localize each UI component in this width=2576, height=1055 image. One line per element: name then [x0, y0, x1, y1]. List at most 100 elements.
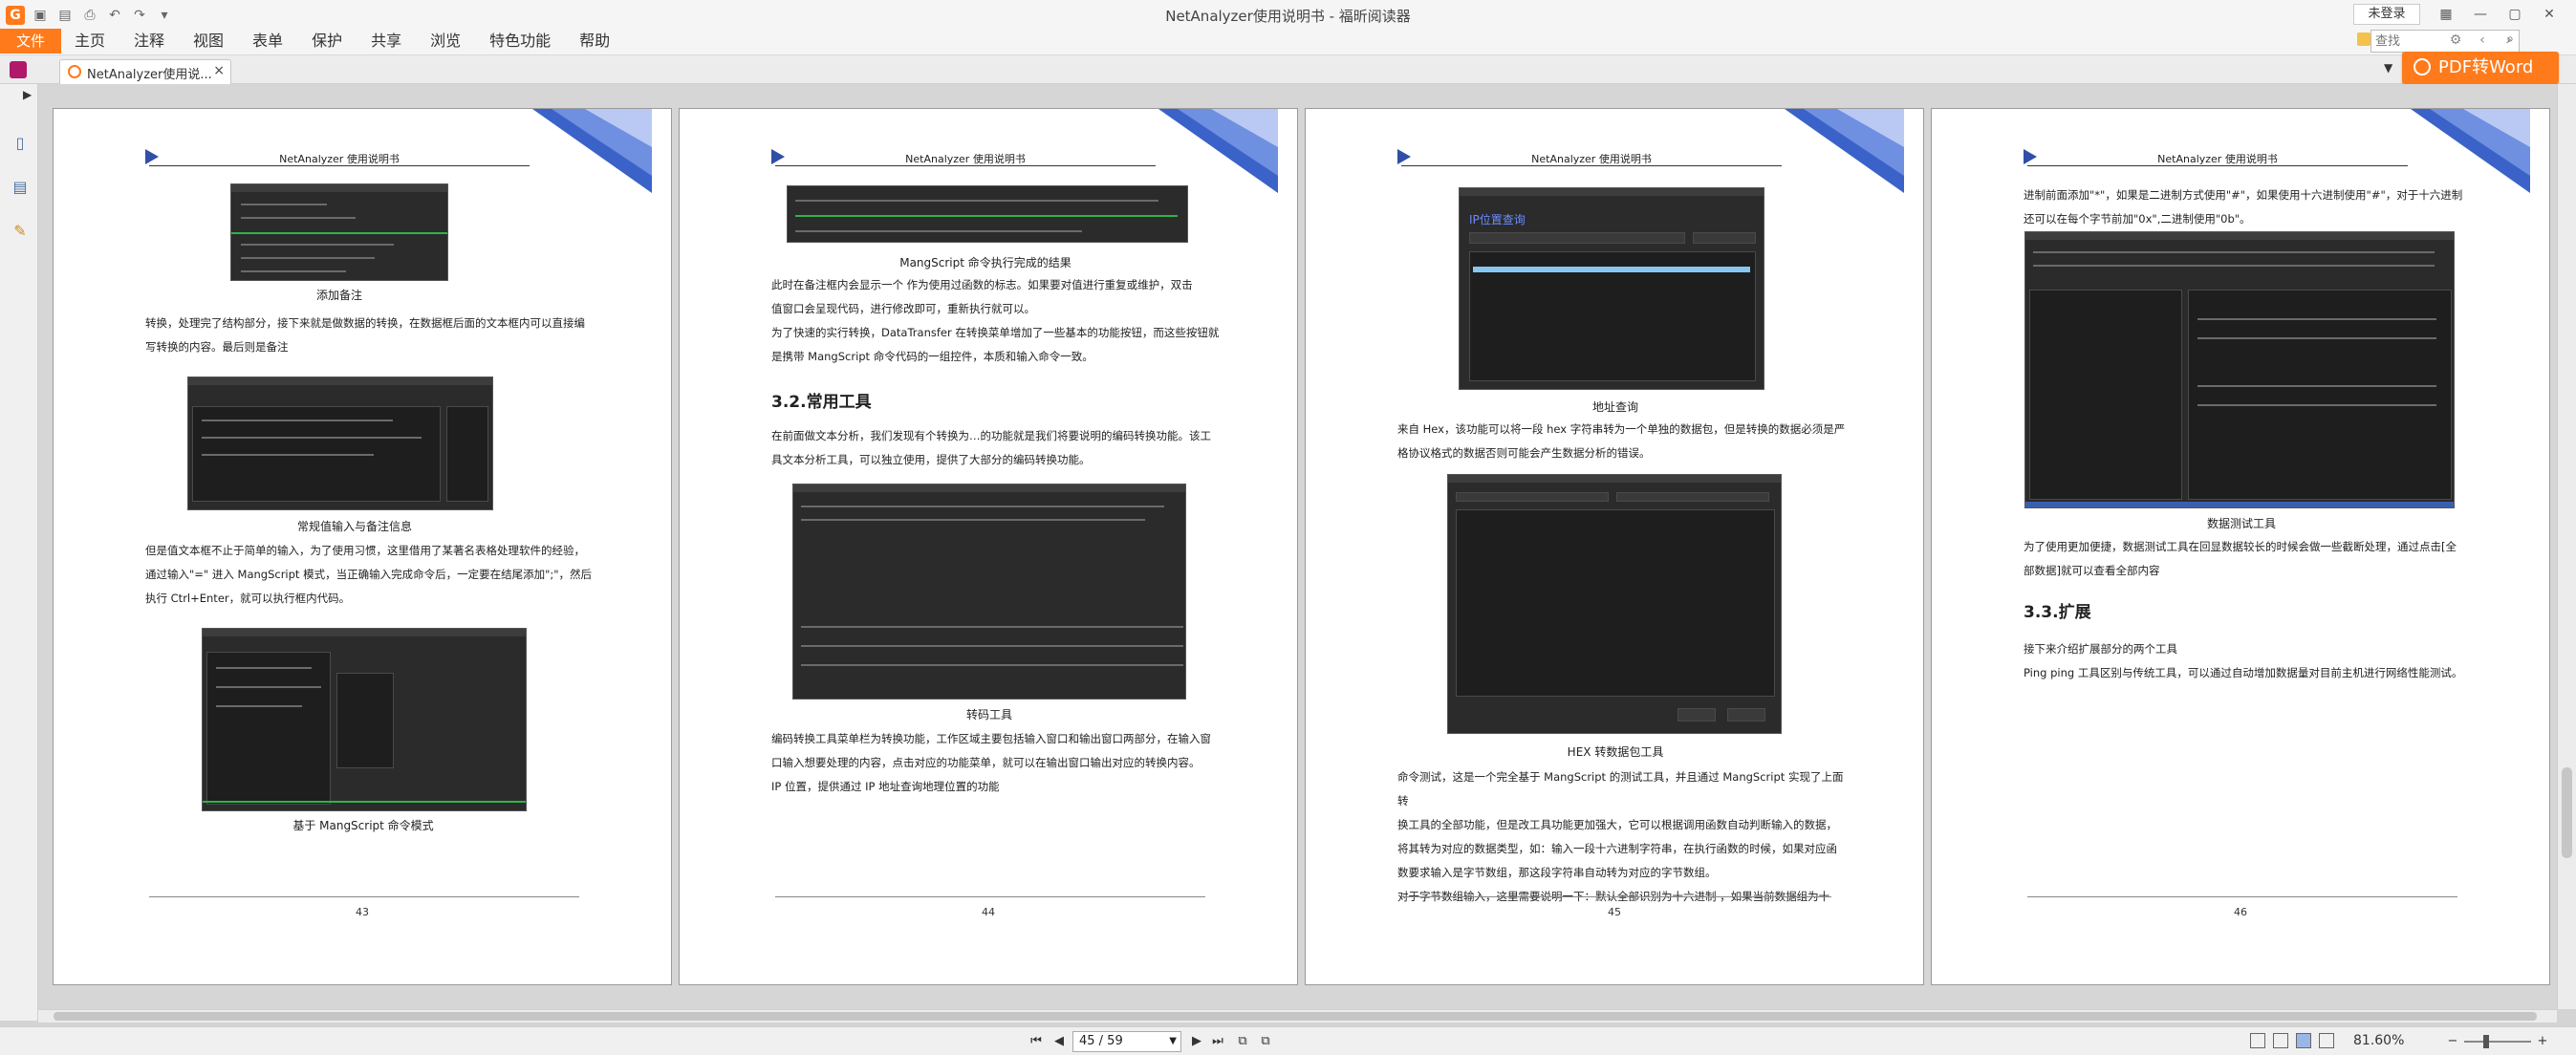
folder-icon[interactable] [2357, 32, 2370, 46]
open-icon[interactable]: ▣ [31, 6, 50, 25]
figure-caption: 添加备注 [315, 289, 362, 302]
page-thumbnails-icon[interactable]: ▯ [10, 132, 31, 155]
tab-list-dropdown-icon[interactable]: ▼ [2384, 61, 2392, 75]
vertical-scroll-thumb[interactable] [2562, 767, 2572, 858]
header-corner-decoration [1158, 109, 1278, 193]
facing-view-icon[interactable] [2296, 1033, 2311, 1048]
skin-icon[interactable]: ▦ [2435, 4, 2457, 25]
single-page-view-icon[interactable] [2250, 1033, 2265, 1048]
footer-divider [149, 896, 579, 897]
footer-divider [2027, 896, 2457, 897]
horizontal-scroll-thumb[interactable] [54, 1012, 2537, 1021]
figure-caption: MangScript 命令执行完成的结果 [899, 256, 1072, 269]
text-line: IP 位置，提供通过 IP 地址查询地理位置的功能 [771, 780, 1000, 793]
document-tab-label: NetAnalyzer使用说... [87, 68, 212, 82]
search-tools: ⚙ ‹ › [2447, 31, 2518, 50]
screenshot-image [187, 377, 493, 510]
title-bar: G ▣ ▤ ⎙ ↶ ↷ ▾ NetAnalyzer使用说明书 - 福昕阅读器 文… [0, 0, 2576, 55]
redo-icon[interactable]: ↷ [130, 6, 149, 25]
footer-divider [775, 896, 1205, 897]
next-page-icon[interactable]: ▶ [1189, 1033, 1204, 1050]
page-number: 43 [356, 906, 369, 918]
screenshot-image: IP位置查询 [1459, 187, 1764, 390]
paragraph: 此时在备注框内会显示一个 作为使用过函数的标志。如果要对值进行重复或维护，双击 … [771, 273, 1221, 369]
customize-icon[interactable]: ▾ [155, 6, 174, 25]
zoom-out-icon[interactable]: − [2445, 1033, 2460, 1050]
pdf-to-word-button[interactable]: PDF转Word [2402, 52, 2559, 84]
vertical-scrollbar[interactable] [2557, 84, 2576, 1009]
menu-protect[interactable]: 保护 [312, 29, 356, 54]
text-line: 但是值文本框不止于简单的输入，为了使用习惯，这里借用了某著名表格处理软件的经验， [145, 544, 585, 557]
document-tab[interactable]: NetAnalyzer使用说... × [59, 59, 231, 84]
menu-features[interactable]: 特色功能 [489, 29, 564, 54]
previous-icon[interactable]: ‹ [2474, 31, 2491, 50]
pdf-file-icon [68, 65, 81, 78]
text-line: 写转换的内容。最后则是备注 [145, 340, 289, 354]
zoom-in-icon[interactable]: + [2535, 1033, 2550, 1050]
file-menu-button[interactable]: 文件 [0, 29, 61, 54]
settings-icon[interactable]: ⚙ [2447, 31, 2464, 50]
text-line: 此时在备注框内会显示一个 作为使用过函数的标志。如果要对值进行重复或维护，双击 [771, 278, 1193, 291]
footer-divider [1401, 896, 1831, 897]
close-tab-icon[interactable]: × [213, 63, 225, 78]
text-line: 值窗口会呈现代码，进行修改即可，重新执行就可以。 [771, 302, 1035, 315]
pdf-to-word-label: PDF转Word [2438, 57, 2534, 77]
zoom-level[interactable]: 81.60% [2353, 1033, 2404, 1048]
menu-form[interactable]: 表单 [252, 29, 296, 54]
menu-help[interactable]: 帮助 [579, 29, 623, 54]
text-line: 通过输入"=" 进入 MangScript 模式，当正确输入完成命令后，一定要在… [145, 568, 593, 581]
header-divider [2027, 165, 2408, 166]
login-button[interactable]: 未登录 [2353, 4, 2420, 25]
zoom-slider-handle[interactable] [2483, 1035, 2489, 1048]
page-header: NetAnalyzer 使用说明书 [2157, 153, 2278, 165]
foxit-logo-icon: G [6, 6, 25, 25]
figure-caption: 数据测试工具 [2206, 517, 2276, 530]
menu-share[interactable]: 共享 [371, 29, 415, 54]
layers-icon[interactable]: ▤ [10, 176, 31, 199]
text-line: 进制前面添加"*"，如果是二进制方式使用"#"，如果使用十六进制使用"#"，对于… [2024, 188, 2463, 202]
paragraph: 接下来介绍扩展部分的两个工具 Ping ping 工具区别与传统工具，可以通过自… [2024, 637, 2473, 685]
paragraph: 来自 Hex，该功能可以将一段 hex 字符串转为一个单独的数据包，但是转换的数… [1397, 418, 1847, 465]
page-dropdown-icon[interactable]: ▼ [1169, 1032, 1177, 1051]
save-icon[interactable]: ▤ [55, 6, 75, 25]
screenshot-image [2024, 231, 2455, 508]
last-page-icon[interactable]: ⏭ [1210, 1033, 1225, 1050]
menu-home[interactable]: 主页 [75, 29, 119, 54]
first-page-icon[interactable]: ⏮ [1028, 1033, 1044, 1050]
minimize-icon[interactable]: — [2470, 4, 2491, 25]
text-line: 还可以在每个字节前加"0x",二进制使用"0b"。 [2024, 212, 2251, 226]
pdf-page: NetAnalyzer 使用说明书 MangScript 命令执行完成的结果 此… [679, 108, 1298, 985]
menu-browse[interactable]: 浏览 [430, 29, 474, 54]
window-controls: ▦ — ▢ ✕ [2435, 4, 2560, 25]
horizontal-scrollbar[interactable] [38, 1009, 2557, 1023]
text-line: 将其转为对应的数据类型，如：输入一段十六进制字符串，在执行函数的时候，如果对应函 [1397, 842, 1837, 855]
text-line: 部数据]就可以查看全部内容 [2024, 564, 2160, 577]
document-viewport[interactable]: NetAnalyzer 使用说明书 添加备注 转换，处理完了结构部分，接下来就是… [38, 84, 2557, 1009]
menu-view[interactable]: 视图 [193, 29, 237, 54]
next-icon[interactable]: › [2500, 31, 2518, 50]
navigation-sidebar: ▶ ▯ ▤ ✎ [0, 84, 38, 1021]
next-view-icon[interactable]: ⧉ [1258, 1033, 1273, 1050]
window-title: NetAnalyzer使用说明书 - 福昕阅读器 [1165, 8, 1411, 25]
text-line: 是携带 MangScript 命令代码的一组控件，本质和输入命令一致。 [771, 350, 1093, 363]
undo-icon[interactable]: ↶ [105, 6, 124, 25]
edit-mode-icon[interactable] [10, 61, 27, 78]
close-icon[interactable]: ✕ [2539, 4, 2560, 25]
previous-view-icon[interactable]: ⧉ [1235, 1033, 1250, 1050]
text-line: 在前面做文本分析，我们发现有个转换为…的功能就是我们将要说明的编码转换功能。该工 [771, 429, 1211, 442]
sidebar-expand-icon[interactable]: ▶ [23, 88, 32, 101]
comments-icon[interactable]: ✎ [10, 220, 31, 243]
continuous-facing-view-icon[interactable] [2319, 1033, 2334, 1048]
page-number-input[interactable]: 45 / 59 ▼ [1072, 1031, 1181, 1052]
screenshot-image [1447, 474, 1782, 734]
page-number: 44 [982, 906, 995, 918]
continuous-view-icon[interactable] [2273, 1033, 2288, 1048]
zoom-slider[interactable] [2464, 1041, 2531, 1043]
previous-page-icon[interactable]: ◀ [1051, 1033, 1067, 1050]
menu-comment[interactable]: 注释 [134, 29, 178, 54]
figure-caption: 常规值输入与备注信息 [296, 520, 412, 533]
print-icon[interactable]: ⎙ [80, 6, 99, 25]
maximize-icon[interactable]: ▢ [2504, 4, 2525, 25]
header-corner-decoration [2411, 109, 2530, 193]
text-line: 口输入想要处理的内容，点击对应的功能菜单，就可以在输出窗口输出对应的转换内容。 [771, 756, 1201, 769]
